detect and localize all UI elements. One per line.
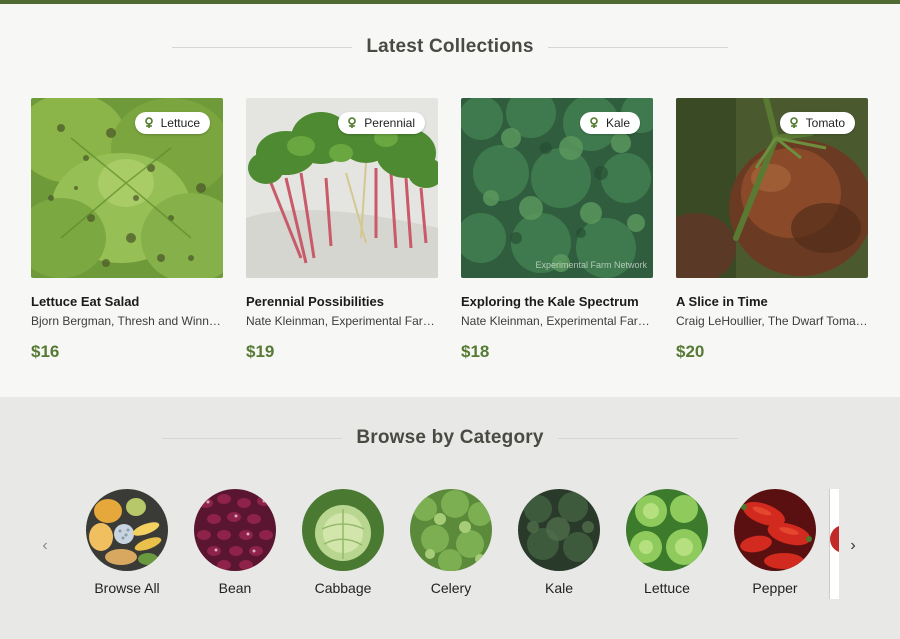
card-price: $16 <box>31 342 60 361</box>
category-item[interactable]: Pepper <box>721 489 829 596</box>
tag-label: Perennial <box>364 116 415 130</box>
card-authors: Bjorn Bergman, Thresh and Winnow, ... <box>31 314 223 328</box>
collection-card[interactable]: Tomato A Slice in Time Craig LeHoullier,… <box>676 98 868 362</box>
tag-label: Tomato <box>805 116 845 130</box>
category-label[interactable]: Lettuce <box>644 580 690 596</box>
category-item[interactable]: Browse All <box>73 489 181 596</box>
chevron-right-icon[interactable]: › <box>846 537 860 554</box>
seedling-icon <box>144 117 153 128</box>
section-title: Browse by Category <box>356 427 544 448</box>
divider <box>547 46 728 48</box>
divider <box>172 46 353 48</box>
collection-card[interactable]: Lettuce Lettuce Eat Salad Bjorn Bergman,… <box>31 98 223 362</box>
category-label[interactable]: Bean <box>219 580 252 596</box>
card-title[interactable]: A Slice in Time <box>676 294 868 309</box>
category-item[interactable]: Lettuce <box>613 489 721 596</box>
category-image[interactable] <box>626 489 708 571</box>
browse-heading: Browse by Category <box>0 427 900 449</box>
latest-collections-heading: Latest Collections <box>0 36 900 58</box>
card-image[interactable]: Perennial <box>246 98 438 278</box>
collection-card[interactable]: Experimental Farm Network Kale Exploring… <box>461 98 653 362</box>
category-image[interactable] <box>194 489 276 571</box>
category-item[interactable]: Bean <box>181 489 289 596</box>
card-title[interactable]: Lettuce Eat Salad <box>31 294 223 309</box>
card-price: $19 <box>246 342 275 361</box>
category-tag[interactable]: Tomato <box>779 112 855 134</box>
seedling-icon <box>590 117 598 128</box>
collection-cards: Lettuce Lettuce Eat Salad Bjorn Bergman,… <box>31 98 868 362</box>
card-title[interactable]: Exploring the Kale Spectrum <box>461 294 653 309</box>
card-title[interactable]: Perennial Possibilities <box>246 294 438 309</box>
browse-by-category-section: Browse by Category ‹ Browse All Bean Cab… <box>0 397 900 639</box>
seedling-icon <box>789 117 798 128</box>
card-image[interactable]: Experimental Farm Network Kale <box>461 98 653 278</box>
next-category-peek <box>829 489 839 599</box>
card-authors: Craig LeHoullier, The Dwarf Tomato Proje… <box>676 314 868 328</box>
category-image[interactable] <box>302 489 384 571</box>
top-accent-bar <box>0 0 900 4</box>
divider <box>162 437 343 439</box>
category-label[interactable]: Kale <box>545 580 573 596</box>
category-tag[interactable]: Lettuce <box>134 112 210 134</box>
tag-label: Lettuce <box>160 116 200 130</box>
category-label[interactable]: Browse All <box>94 580 159 596</box>
collection-card[interactable]: Perennial Perennial Possibilities Nate K… <box>246 98 438 362</box>
card-authors: Nate Kleinman, Experimental Farm Network <box>246 314 438 328</box>
seedling-icon <box>348 117 357 128</box>
category-label[interactable]: Pepper <box>752 580 797 596</box>
category-image[interactable] <box>86 489 168 571</box>
card-image[interactable]: Lettuce <box>31 98 223 278</box>
category-label[interactable]: Cabbage <box>315 580 372 596</box>
section-title: Latest Collections <box>366 36 534 57</box>
category-tag[interactable]: Perennial <box>338 112 425 134</box>
card-price: $18 <box>461 342 490 361</box>
photo-watermark: Experimental Farm Network <box>535 260 647 270</box>
category-list: Browse All Bean Cabbage Celery Kale Lett… <box>73 489 829 596</box>
category-item[interactable]: Kale <box>505 489 613 596</box>
tag-label: Kale <box>605 116 630 130</box>
category-label[interactable]: Celery <box>431 580 471 596</box>
category-image[interactable] <box>410 489 492 571</box>
category-item[interactable]: Cabbage <box>289 489 397 596</box>
chevron-left-icon[interactable]: ‹ <box>38 537 52 554</box>
divider <box>557 437 738 439</box>
category-carousel: ‹ Browse All Bean Cabbage Celery Kale Le… <box>0 489 900 609</box>
category-image[interactable] <box>734 489 816 571</box>
card-price: $20 <box>676 342 705 361</box>
card-image[interactable]: Tomato <box>676 98 868 278</box>
category-tag[interactable]: Kale <box>579 112 640 134</box>
card-authors: Nate Kleinman, Experimental Farm Network <box>461 314 653 328</box>
category-image[interactable] <box>518 489 600 571</box>
category-item[interactable]: Celery <box>397 489 505 596</box>
